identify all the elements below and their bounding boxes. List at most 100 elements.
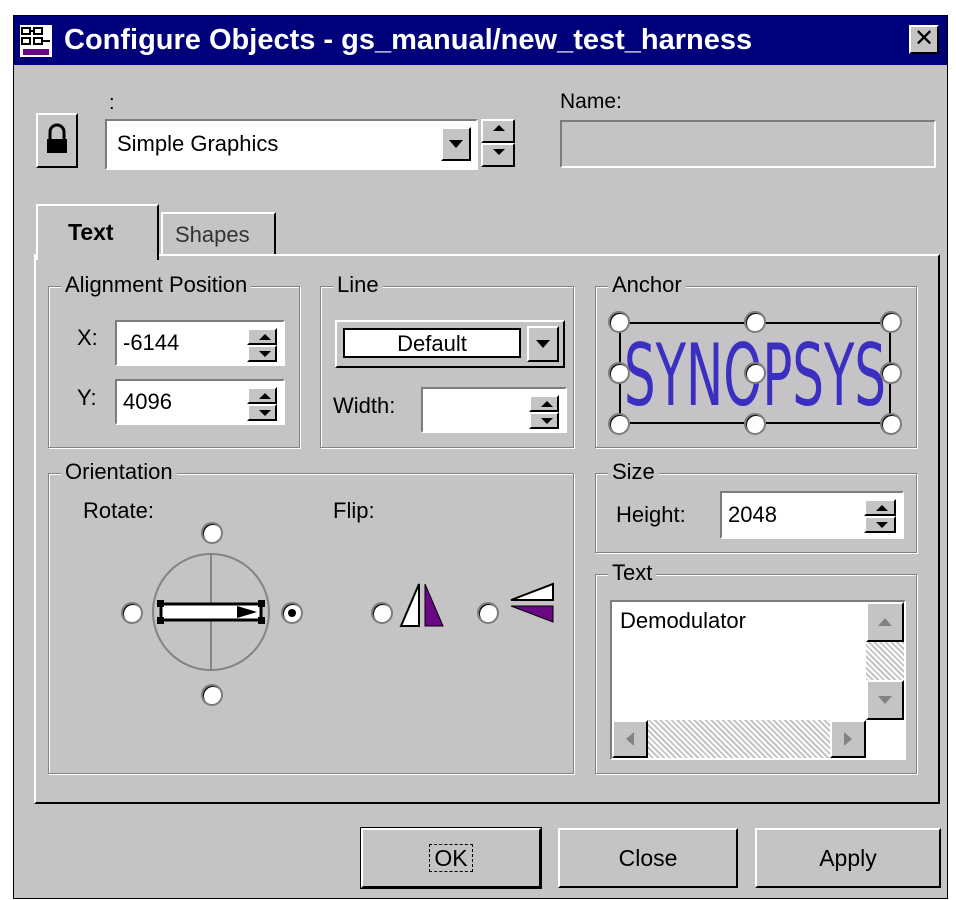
y-value: 4096 [123,389,172,414]
height-field[interactable]: 2048 [720,491,904,539]
close-button[interactable]: Close [558,828,738,888]
close-window-button[interactable]: ✕ [909,25,939,54]
scroll-down-button[interactable] [866,680,904,720]
height-step-down[interactable] [864,516,896,533]
flip-horizontal-radio[interactable] [371,602,393,624]
ok-label: OK [429,844,473,872]
lock-button[interactable] [36,113,78,168]
arrow-down-icon [878,696,892,704]
title-bar[interactable]: Configure Objects - gs_manual/new_test_h… [14,16,947,65]
object-type-value: Simple Graphics [117,131,279,156]
anchor-top-center[interactable] [744,311,766,333]
anchor-bottom-center[interactable] [744,413,766,435]
y-stepper[interactable] [247,387,281,421]
width-field[interactable] [421,387,567,433]
close-icon: ✕ [913,25,935,52]
arrow-left-icon [626,732,634,746]
line-style-box: Default [343,328,521,358]
height-label: Height: [616,502,686,527]
flip-label: Flip: [333,498,375,523]
rotate-180[interactable] [121,602,143,624]
y-field[interactable]: 4096 [115,379,285,425]
orientation-title: Orientation [61,460,177,484]
object-type-dropdown-button[interactable] [441,127,471,161]
anchor-top-right[interactable] [880,311,902,333]
height-step-up[interactable] [864,499,896,516]
y-step-up[interactable] [247,387,277,404]
object-type-step-up[interactable] [481,119,515,143]
flip-vertical-radio[interactable] [477,602,499,624]
line-style-dropdown-button[interactable] [527,326,559,362]
width-step-up[interactable] [529,395,559,412]
y-step-down[interactable] [247,404,277,421]
anchor-picker[interactable]: SYNOPSYS [606,307,904,441]
window-title: Configure Objects - gs_manual/new_test_h… [64,24,753,56]
chevron-down-icon [536,340,550,348]
anchor-bottom-left[interactable] [608,413,630,435]
orientation-group: Orientation Rotate: Flip: [48,460,574,774]
line-style-combo[interactable]: Default [335,320,565,368]
object-type-stepper[interactable] [481,119,515,167]
name-field[interactable] [560,120,936,168]
scroll-left-button[interactable] [612,720,648,758]
width-stepper[interactable] [529,395,563,429]
anchor-title: Anchor [608,273,686,297]
apply-label: Apply [819,845,877,871]
x-step-up[interactable] [247,328,277,345]
line-style-value: Default [397,331,467,356]
text-group-title: Text [608,561,657,585]
arrow-right-icon [844,732,852,746]
horizontal-scrollbar[interactable] [612,720,866,758]
anchor-mid-left[interactable] [608,362,630,384]
anchor-top-left[interactable] [608,311,630,333]
y-label: Y: [77,385,97,410]
ok-button[interactable]: OK [360,827,542,889]
scroll-right-button[interactable] [830,720,866,758]
line-title: Line [333,273,383,297]
arrow-up-icon [878,618,892,626]
anchor-center[interactable] [744,362,766,384]
size-title: Size [608,460,659,484]
height-value: 2048 [728,502,777,527]
width-step-down[interactable] [529,412,559,429]
scroll-up-button[interactable] [866,602,904,642]
name-label: Name: [560,90,622,113]
anchor-mid-right[interactable] [880,362,902,384]
text-group: Text Demodulator [595,561,917,774]
rotate-90[interactable] [201,522,223,544]
close-label: Close [618,845,678,871]
flip-horizontal-icon [399,583,444,627]
height-stepper[interactable] [864,499,898,533]
size-group: Size Height: 2048 [595,460,917,553]
alignment-position-group: Alignment Position X: -6144 Y: 4096 [48,273,300,448]
object-type-combo[interactable]: Simple Graphics [105,119,478,170]
alignment-position-title: Alignment Position [61,273,252,297]
vertical-scrollbar[interactable] [866,602,904,720]
tab-shapes-label: Shapes [175,222,250,247]
anchor-group: Anchor SYNOPSYS [595,273,917,448]
x-step-down[interactable] [247,345,277,362]
rotate-label: Rotate: [83,498,154,523]
app-icon [20,25,52,57]
apply-button[interactable]: Apply [755,828,941,888]
width-label: Width: [333,393,396,418]
anchor-bottom-right[interactable] [880,413,902,435]
tab-shapes[interactable]: Shapes [161,212,276,256]
dialog-window: Configure Objects - gs_manual/new_test_h… [13,15,948,899]
rotate-diagram [152,553,270,671]
text-area[interactable]: Demodulator [610,600,906,760]
lock-icon [47,123,67,153]
line-group: Line Default Width: [320,273,574,448]
tab-text-label: Text [68,219,114,245]
rotate-270[interactable] [201,684,223,706]
x-stepper[interactable] [247,328,281,362]
object-type-step-down[interactable] [481,143,515,167]
x-label: X: [77,325,98,350]
object-type-label: : [109,92,115,114]
chevron-down-icon [449,140,463,148]
rotate-0[interactable] [281,602,303,624]
flip-vertical-icon [510,582,554,623]
tab-text[interactable]: Text [36,204,159,260]
x-field[interactable]: -6144 [115,320,285,366]
text-area-content: Demodulator [620,608,746,633]
